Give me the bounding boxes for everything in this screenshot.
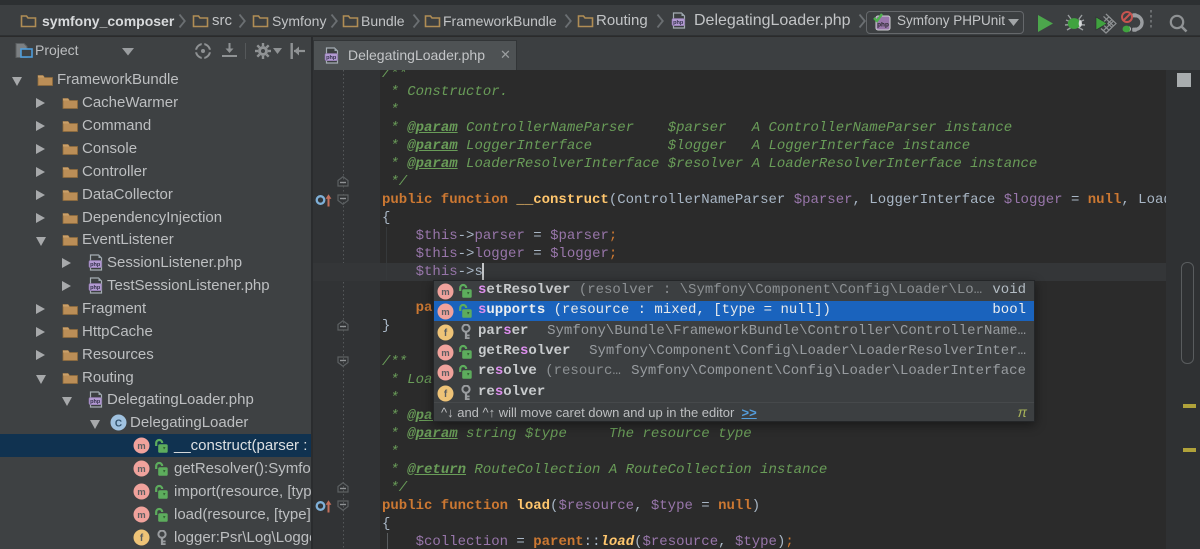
svg-text:m: m <box>441 307 449 318</box>
svg-text:php: php <box>326 55 337 61</box>
svg-text:php: php <box>90 262 101 268</box>
svg-text:php: php <box>90 400 101 406</box>
svg-text:m: m <box>137 441 145 452</box>
svg-text:m: m <box>441 368 449 379</box>
svg-text:php: php <box>90 285 101 291</box>
svg-text:C: C <box>115 419 122 430</box>
svg-text:m: m <box>441 348 449 359</box>
svg-text:m: m <box>137 510 145 521</box>
svg-text:m: m <box>441 287 449 298</box>
svg-text:php: php <box>877 22 889 29</box>
svg-text:m: m <box>137 464 145 475</box>
svg-text:php: php <box>673 20 684 26</box>
svg-text:m: m <box>137 487 145 498</box>
